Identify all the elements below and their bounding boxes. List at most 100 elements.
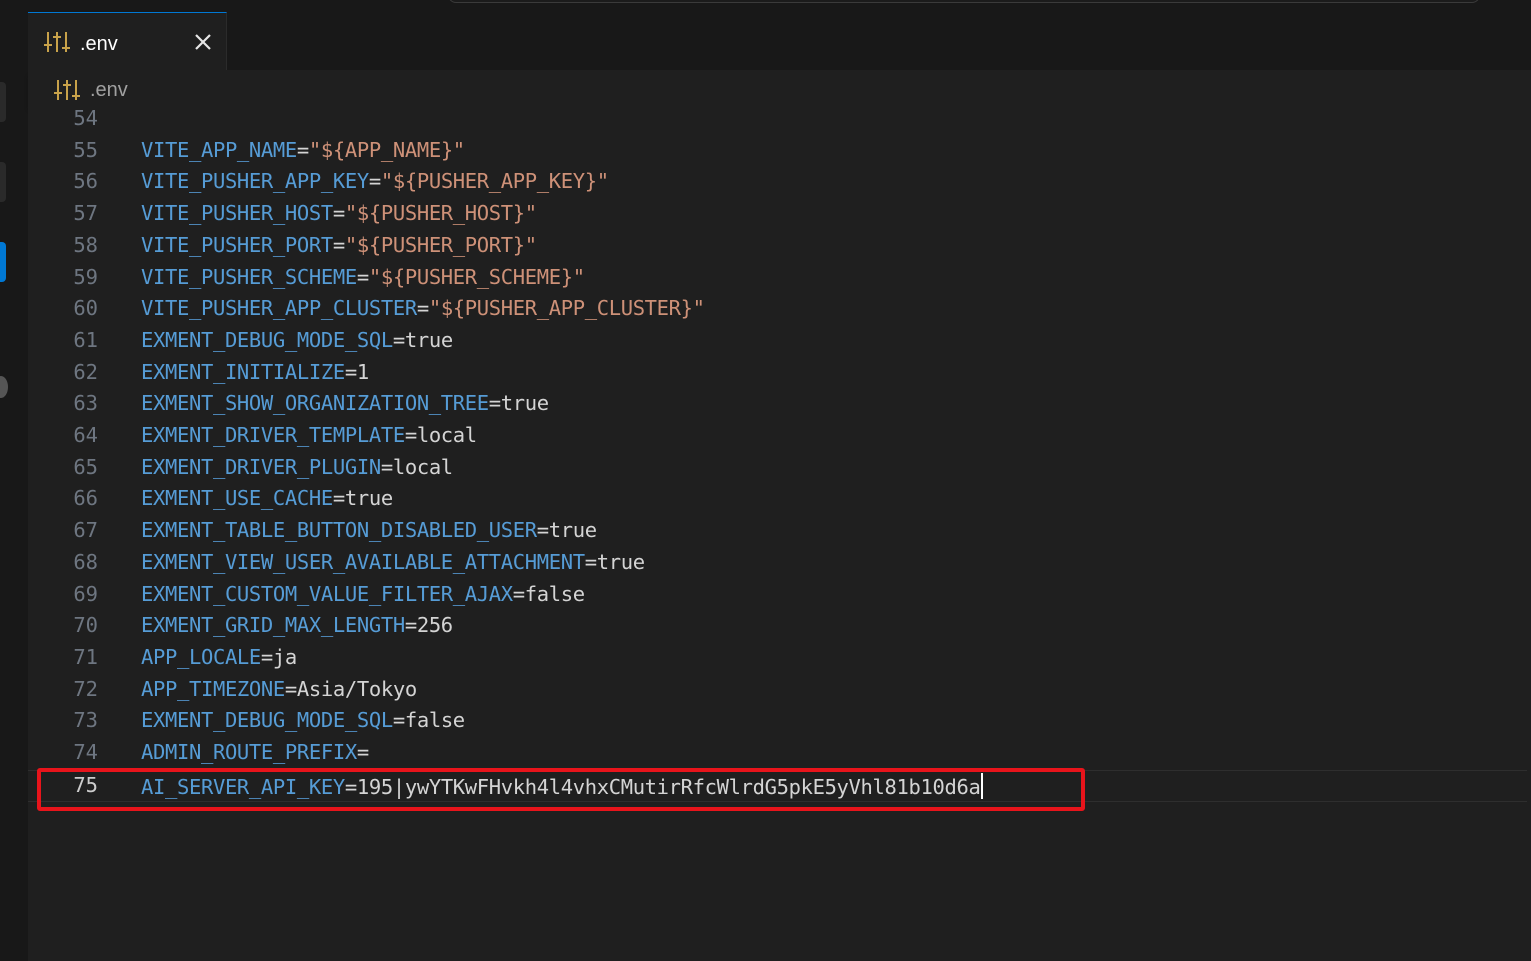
code-text: VITE_APP_NAME="${APP_NAME}": [141, 138, 465, 162]
env-key: VITE_PUSHER_HOST: [141, 201, 333, 226]
code-text: VITE_PUSHER_APP_KEY="${PUSHER_APP_KEY}": [141, 169, 609, 193]
code-text: EXMENT_DRIVER_PLUGIN=local: [141, 455, 453, 479]
equals-sign: =: [488, 391, 501, 416]
env-key: EXMENT_USE_CACHE: [141, 486, 333, 511]
equals-sign: =: [512, 581, 525, 606]
code-text: EXMENT_DRIVER_TEMPLATE=local: [141, 423, 477, 447]
env-key: APP_TIMEZONE: [141, 676, 285, 701]
line-number: 63: [73, 391, 98, 416]
tab-label: .env: [80, 33, 118, 55]
code-line[interactable]: 60 VITE_PUSHER_APP_CLUSTER="${PUSHER_APP_…: [28, 294, 1531, 326]
activity-button[interactable]: [0, 82, 6, 122]
close-icon[interactable]: [192, 31, 214, 53]
line-number: 68: [73, 549, 98, 574]
code-line[interactable]: 66 EXMENT_USE_CACHE=true: [28, 484, 1531, 516]
code-text: EXMENT_CUSTOM_VALUE_FILTER_AJAX=false: [141, 582, 585, 606]
line-number: 74: [73, 740, 98, 764]
line-number: 56: [73, 169, 98, 194]
equals-sign: =: [368, 169, 381, 194]
code-text: EXMENT_SHOW_ORGANIZATION_TREE=true: [141, 391, 549, 415]
code-line[interactable]: 68 EXMENT_VIEW_USER_AVAILABLE_ATTACHMENT=…: [28, 548, 1531, 580]
string-value: "${PUSHER_PORT}": [344, 232, 537, 257]
env-key: VITE_PUSHER_SCHEME: [141, 264, 357, 289]
line-number: 64: [73, 423, 98, 447]
env-key: EXMENT_DEBUG_MODE_SQL: [141, 327, 393, 352]
equals-sign: =: [584, 549, 597, 574]
env-value: true: [548, 518, 597, 543]
env-key: VITE_PUSHER_PORT: [141, 232, 333, 257]
line-number: 67: [73, 518, 98, 543]
string-value: "${PUSHER_APP_CLUSTER}": [428, 296, 705, 321]
equals-sign: =: [332, 486, 345, 511]
line-number: 57: [73, 201, 98, 226]
equals-sign: =: [416, 296, 429, 321]
code-line[interactable]: 71 APP_LOCALE=ja: [28, 643, 1531, 675]
code-line[interactable]: 62 EXMENT_INITIALIZE=1: [28, 358, 1531, 390]
settings-sliders-icon: [54, 78, 80, 107]
code-line[interactable]: 69 EXMENT_CUSTOM_VALUE_FILTER_AJAX=false: [28, 580, 1531, 612]
equals-sign: =: [536, 518, 549, 543]
env-value: true: [344, 486, 393, 511]
breadcrumb-item-file[interactable]: .env: [90, 79, 128, 102]
env-key: EXMENT_CUSTOM_VALUE_FILTER_AJAX: [141, 581, 513, 606]
code-text: EXMENT_VIEW_USER_AVAILABLE_ATTACHMENT=tr…: [141, 550, 645, 574]
line-number: 58: [73, 232, 98, 257]
equals-sign: =: [260, 644, 273, 669]
code-editor[interactable]: 54 55 VITE_APP_NAME="${APP_NAME}" 56 VITE_PU…: [28, 106, 1531, 961]
code-line[interactable]: 64 EXMENT_DRIVER_TEMPLATE=local: [28, 421, 1531, 453]
code-text: VITE_PUSHER_HOST="${PUSHER_HOST}": [141, 201, 537, 225]
code-line[interactable]: 74 ADMIN_ROUTE_PREFIX=: [28, 738, 1531, 770]
code-line[interactable]: 67 EXMENT_TABLE_BUTTON_DISABLED_USER=true: [28, 516, 1531, 548]
equals-sign: =: [284, 676, 297, 701]
command-center[interactable]: [448, 0, 1480, 3]
line-number: 70: [73, 613, 98, 638]
code-line[interactable]: 56 VITE_PUSHER_APP_KEY="${PUSHER_APP_KEY}…: [28, 167, 1531, 199]
line-number: 69: [73, 581, 98, 606]
code-line[interactable]: 57 VITE_PUSHER_HOST="${PUSHER_HOST}": [28, 199, 1531, 231]
line-number: 72: [73, 676, 98, 701]
activity-button-active[interactable]: [0, 242, 6, 282]
account-icon[interactable]: [0, 376, 8, 398]
activity-bar: [0, 0, 29, 961]
code-line[interactable]: 61 EXMENT_DEBUG_MODE_SQL=true: [28, 326, 1531, 358]
code-line[interactable]: 70 EXMENT_GRID_MAX_LENGTH=256: [28, 611, 1531, 643]
env-key: EXMENT_DRIVER_TEMPLATE: [141, 423, 405, 447]
activity-button[interactable]: [0, 162, 6, 202]
env-key: EXMENT_DRIVER_PLUGIN: [141, 454, 381, 479]
highlight-annotation: [37, 768, 1085, 811]
env-key: VITE_PUSHER_APP_CLUSTER: [141, 296, 417, 321]
equals-sign: =: [296, 137, 309, 162]
code-line[interactable]: 55 VITE_APP_NAME="${APP_NAME}": [28, 136, 1531, 168]
equals-sign: =: [356, 740, 369, 764]
code-line[interactable]: 54: [28, 104, 1531, 136]
code-text: EXMENT_INITIALIZE=1: [141, 360, 369, 384]
env-key: EXMENT_INITIALIZE: [141, 359, 345, 384]
line-number: 54: [73, 106, 98, 130]
equals-sign: =: [332, 232, 345, 257]
line-number: 73: [73, 708, 98, 733]
code-line[interactable]: 73 EXMENT_DEBUG_MODE_SQL=false: [28, 706, 1531, 738]
env-key: EXMENT_TABLE_BUTTON_DISABLED_USER: [141, 518, 537, 543]
env-value: local: [416, 423, 477, 447]
equals-sign: =: [380, 454, 393, 479]
code-line[interactable]: 59 VITE_PUSHER_SCHEME="${PUSHER_SCHEME}": [28, 263, 1531, 295]
equals-sign: =: [356, 264, 369, 289]
env-value: local: [392, 454, 453, 479]
code-line[interactable]: 63 EXMENT_SHOW_ORGANIZATION_TREE=true: [28, 389, 1531, 421]
line-number: 71: [73, 644, 98, 669]
code-line[interactable]: 65 EXMENT_DRIVER_PLUGIN=local: [28, 453, 1531, 485]
code-text: EXMENT_GRID_MAX_LENGTH=256: [141, 613, 453, 637]
title-bar: [28, 0, 1531, 12]
code-line[interactable]: 58 VITE_PUSHER_PORT="${PUSHER_PORT}": [28, 231, 1531, 263]
equals-sign: =: [404, 423, 417, 447]
line-number: 61: [73, 327, 98, 352]
code-line[interactable]: 72 APP_TIMEZONE=Asia/Tokyo: [28, 675, 1531, 707]
line-number: 59: [73, 264, 98, 289]
scrollbar[interactable]: [1527, 108, 1531, 961]
env-key: EXMENT_GRID_MAX_LENGTH: [141, 613, 405, 638]
code-text: EXMENT_USE_CACHE=true: [141, 486, 393, 510]
env-value: Asia/Tokyo: [296, 676, 417, 701]
env-value: ja: [272, 644, 297, 669]
tab-env[interactable]: .env: [28, 12, 227, 71]
equals-sign: =: [332, 201, 345, 226]
